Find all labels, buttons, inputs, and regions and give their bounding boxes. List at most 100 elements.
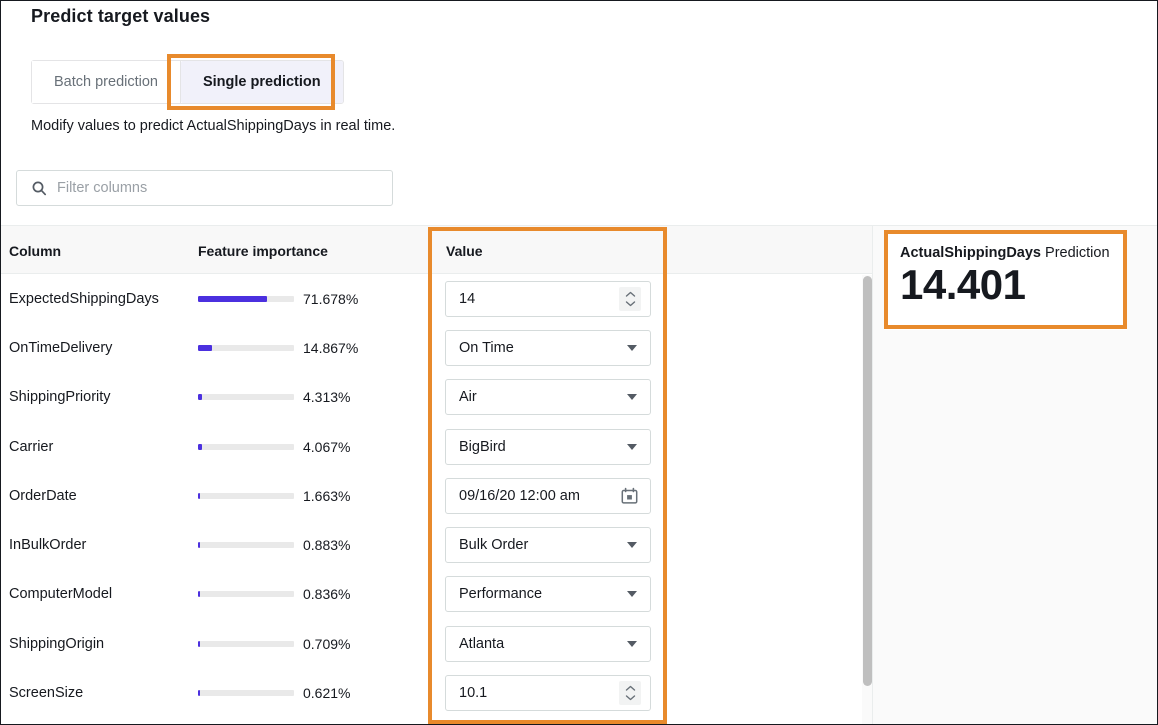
value-select[interactable]: Bulk Order [445,527,651,564]
importance-bar-fill [198,690,201,697]
importance-bar-fill [198,542,201,549]
prediction-card: ActualShippingDays Prediction 14.401 [884,231,1127,330]
header-column: Column [9,243,62,259]
filter-columns-input[interactable] [57,180,392,196]
row-feature-importance: 14.867% [198,340,358,356]
importance-bar-fill [198,295,267,302]
row-value-cell: On Time [445,329,651,366]
prediction-mode-tabs: Batch prediction Single prediction [31,60,344,104]
value-date-input[interactable]: 09/16/20 12:00 am [445,477,651,514]
table-row: ComputerModel 0.836% Performance [1,570,873,619]
chevron-down-icon[interactable] [627,443,637,450]
row-feature-importance: 4.067% [198,439,350,455]
value-number-input[interactable]: 10.1 [445,675,651,712]
row-value-cell: Air [445,379,651,416]
header-feature-importance: Feature importance [198,243,328,259]
row-feature-importance: 0.836% [198,586,350,602]
row-feature-importance: 0.621% [198,685,350,701]
search-icon [31,180,47,196]
feature-table: Column Feature importance Value Expected… [1,225,873,724]
value-text: Air [459,389,477,406]
table-row: ShippingPriority 4.313% Air [1,373,873,422]
row-column-name: ShippingPriority [9,389,111,406]
table-header-row: Column Feature importance Value [1,225,873,274]
value-text: Atlanta [459,635,505,652]
importance-bar-fill [198,492,201,499]
row-feature-importance: 4.313% [198,389,350,405]
importance-bar-fill [198,394,203,401]
table-row: ExpectedShippingDays 71.678% 14 [1,274,873,323]
chevron-down-icon[interactable] [627,344,637,351]
value-select[interactable]: Performance [445,576,651,613]
importance-bar-track [198,344,294,351]
row-feature-importance: 1.663% [198,488,350,504]
value-select[interactable]: Air [445,379,651,416]
importance-bar-fill [198,344,213,351]
row-column-name: InBulkOrder [9,537,87,554]
value-text: BigBird [459,438,506,455]
chevron-down-icon[interactable] [627,591,637,598]
row-value-cell: 14 [445,280,651,317]
value-text: 14 [459,290,476,307]
importance-bar-track [198,443,294,450]
table-row: ScreenSize 0.621% 10.1 [1,668,873,717]
importance-bar-track [198,492,294,499]
prediction-label-suffix: Prediction [1041,245,1110,261]
table-row: OrderDate 1.663% 09/16/20 12:00 am [1,471,873,520]
value-text: Performance [459,586,543,603]
importance-bar-fill [198,591,201,598]
prediction-value: 14.401 [900,261,1026,308]
importance-bar-track [198,690,294,697]
row-feature-importance: 71.678% [198,291,358,307]
row-column-name: OrderDate [9,487,77,504]
prediction-target-name: ActualShippingDays [900,245,1041,261]
row-value-cell: 09/16/20 12:00 am [445,477,651,514]
row-value-cell: Bulk Order [445,527,651,564]
table-row: InBulkOrder 0.883% Bulk Order [1,520,873,569]
row-feature-importance: 0.883% [198,537,350,553]
importance-bar-fill [198,443,202,450]
chevron-down-icon[interactable] [627,394,637,401]
importance-percent: 0.883% [303,537,351,554]
row-column-name: ScreenSize [9,685,84,702]
page-title: Predict target values [31,6,211,26]
table-scrollbar-thumb[interactable] [863,276,872,686]
row-value-cell: 10.1 [445,675,651,712]
importance-percent: 71.678% [303,290,359,307]
table-row: Carrier 4.067% BigBird [1,422,873,471]
row-column-name: OnTimeDelivery [9,339,113,356]
stepper-icon[interactable] [619,681,641,706]
chevron-down-icon[interactable] [627,640,637,647]
value-text: 10.1 [459,685,488,702]
calendar-icon[interactable] [621,487,638,504]
tab-single-prediction[interactable]: Single prediction [180,61,343,103]
row-value-cell: Atlanta [445,625,651,662]
stepper-icon[interactable] [619,286,641,311]
page-subtitle: Modify values to predict ActualShippingD… [31,118,396,134]
row-column-name: Carrier [9,438,54,455]
prediction-panel: ActualShippingDays Prediction 14.401 [873,225,1157,724]
filter-columns-box[interactable] [16,170,393,206]
importance-bar-track [198,542,294,549]
table-body: ExpectedShippingDays 71.678% 14 OnTimeDeliv… [1,274,873,723]
table-row: OnTimeDelivery 14.867% On Time [1,323,873,372]
importance-bar-track [198,640,294,647]
value-select[interactable]: Atlanta [445,625,651,662]
importance-percent: 14.867% [303,339,359,356]
importance-bar-fill [198,640,201,647]
tab-batch-prediction[interactable]: Batch prediction [32,61,180,103]
prediction-label: ActualShippingDays Prediction [900,245,1111,261]
header-value: Value [446,243,483,259]
importance-bar-track [198,591,294,598]
predict-target-values-page: Predict target values Batch prediction S… [0,0,1158,725]
value-number-input[interactable]: 14 [445,280,651,317]
value-text: On Time [459,339,514,356]
row-column-name: ShippingOrigin [9,635,105,652]
chevron-down-icon[interactable] [627,542,637,549]
importance-percent: 0.836% [303,586,351,603]
table-row: ShippingOrigin 0.709% Atlanta [1,619,873,668]
importance-percent: 4.313% [303,389,351,406]
importance-percent: 0.709% [303,635,351,652]
value-select[interactable]: On Time [445,329,651,366]
value-select[interactable]: BigBird [445,428,651,465]
